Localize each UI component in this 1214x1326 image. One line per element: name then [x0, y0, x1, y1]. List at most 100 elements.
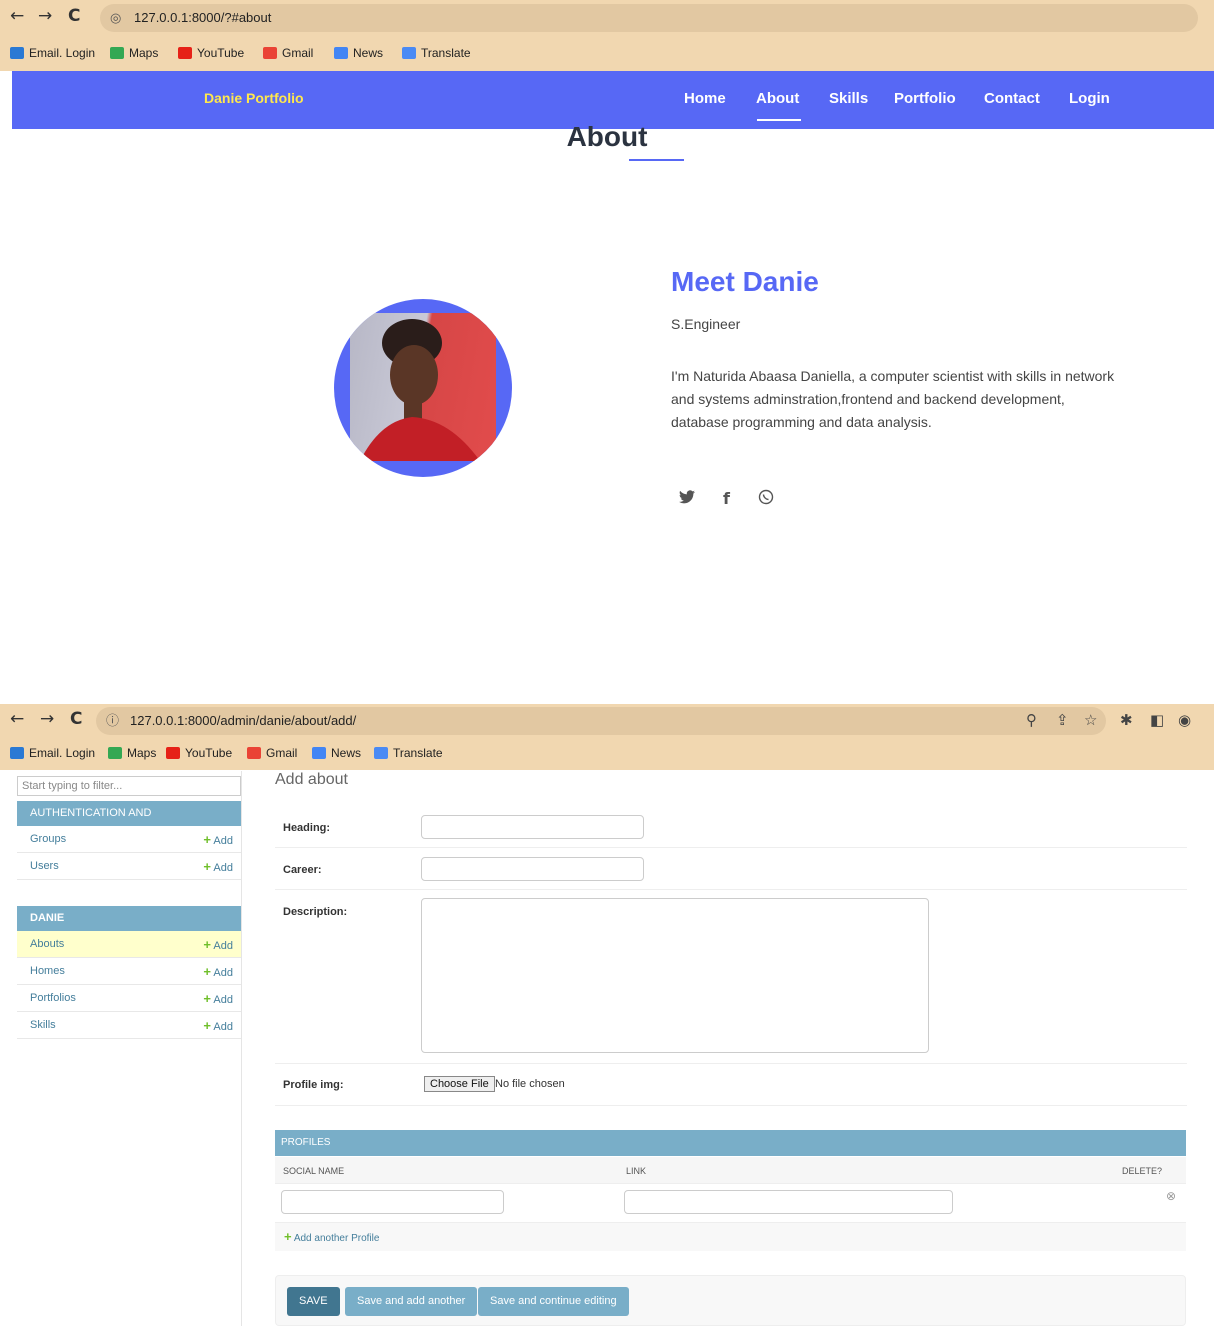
portrait-illustration — [360, 319, 480, 461]
back-icon[interactable]: ← — [10, 6, 24, 26]
bookmark-maps[interactable]: Maps — [108, 746, 156, 760]
whatsapp-icon[interactable] — [758, 489, 774, 509]
nav-about[interactable]: About — [756, 90, 799, 107]
site-info-icon[interactable]: ◎ — [110, 4, 121, 32]
field-label: Career: — [283, 864, 322, 876]
reload-icon[interactable]: C — [68, 6, 80, 26]
address-bar[interactable]: ⓘ 127.0.0.1:8000/admin/danie/about/add/ — [96, 707, 1106, 735]
save-and-continue-button[interactable]: Save and continue editing — [478, 1287, 629, 1316]
model-link[interactable]: Groups — [30, 833, 66, 845]
bookmark-news[interactable]: News — [312, 746, 361, 760]
plus-icon: + — [284, 1229, 292, 1244]
field-label: Profile img: — [283, 1079, 344, 1091]
module-header-auth[interactable]: AUTHENTICATION AND AUTHORIZATION — [17, 801, 241, 844]
nav-portfolio[interactable]: Portfolio — [894, 90, 956, 107]
twitter-icon[interactable] — [679, 489, 695, 508]
add-another-profile-link[interactable]: + Add another Profile — [275, 1223, 1186, 1251]
bookmark-youtube[interactable]: YouTube — [166, 746, 232, 760]
url-text: 127.0.0.1:8000/?#about — [134, 10, 272, 25]
sidebar-item-homes[interactable]: Homes + Add — [17, 958, 241, 985]
bookmark-star-icon[interactable]: ☆ — [1084, 711, 1097, 729]
social-name-input[interactable] — [281, 1190, 504, 1214]
sidebar-filter-input[interactable]: Start typing to filter... — [17, 776, 241, 796]
bookmark-maps[interactable]: Maps — [110, 46, 158, 60]
bookmark-email-login[interactable]: Email. Login — [10, 46, 95, 60]
facebook-icon[interactable]: f — [723, 489, 730, 508]
add-link[interactable]: + Add — [203, 964, 233, 979]
save-button[interactable]: SAVE — [287, 1287, 340, 1316]
browser-toolbar: ← → C ◎ 127.0.0.1:8000/?#about — [0, 0, 1214, 37]
back-icon[interactable]: ← — [10, 709, 24, 729]
inline-header-profiles: PROFILES — [275, 1130, 1186, 1156]
plus-icon: + — [203, 1018, 211, 1033]
add-link[interactable]: + Add — [203, 832, 233, 847]
inline-column-headers: SOCIAL NAME LINK DELETE? — [275, 1157, 1186, 1184]
description-textarea[interactable] — [421, 898, 929, 1053]
nav-skills[interactable]: Skills — [829, 90, 868, 107]
sidebar-item-groups[interactable]: Groups + Add — [17, 826, 241, 853]
bookmark-gmail[interactable]: Gmail — [247, 746, 297, 760]
module-header-danie[interactable]: DANIE — [17, 906, 241, 931]
translate-icon — [402, 47, 416, 59]
profile-photo — [350, 313, 496, 461]
mail-icon — [10, 47, 24, 59]
bookmark-news[interactable]: News — [334, 46, 383, 60]
maps-icon — [110, 47, 124, 59]
nav-login[interactable]: Login — [1069, 90, 1110, 107]
add-link[interactable]: + Add — [203, 859, 233, 874]
forward-icon[interactable]: → — [40, 709, 54, 729]
field-label: Heading: — [283, 822, 331, 834]
model-link[interactable]: Portfolios — [30, 992, 76, 1004]
model-link[interactable]: Abouts — [30, 938, 64, 950]
bookmark-email-login[interactable]: Email. Login — [10, 746, 95, 760]
youtube-icon — [178, 47, 192, 59]
forward-icon[interactable]: → — [38, 6, 52, 26]
about-description: I'm Naturida Abaasa Daniella, a computer… — [671, 368, 1115, 430]
add-link[interactable]: + Add — [203, 1018, 233, 1033]
site-brand[interactable]: Danie Portfolio — [204, 90, 304, 106]
section-title: About — [566, 121, 648, 152]
sidebar-item-skills[interactable]: Skills + Add — [17, 1012, 241, 1039]
translate-icon — [374, 747, 388, 759]
career-input[interactable] — [421, 857, 644, 881]
bookmark-youtube[interactable]: YouTube — [178, 46, 244, 60]
model-link[interactable]: Homes — [30, 965, 65, 977]
col-delete: DELETE? — [1122, 1166, 1163, 1176]
add-link[interactable]: + Add — [203, 991, 233, 1006]
bookmark-translate[interactable]: Translate — [374, 746, 443, 760]
inline-row: ⊗ — [275, 1184, 1186, 1223]
model-link[interactable]: Users — [30, 860, 59, 872]
bookmark-gmail[interactable]: Gmail — [263, 46, 313, 60]
share-icon[interactable]: ⇪ — [1056, 711, 1069, 729]
address-bar[interactable]: ◎ 127.0.0.1:8000/?#about — [100, 4, 1198, 32]
news-icon — [312, 747, 326, 759]
nav-home[interactable]: Home — [684, 90, 726, 107]
page-title: Add about — [275, 771, 348, 788]
file-status: No file chosen — [495, 1078, 565, 1090]
reload-icon[interactable]: C — [70, 709, 82, 729]
side-panel-icon[interactable]: ◧ — [1150, 711, 1164, 729]
youtube-icon — [166, 747, 180, 759]
model-link[interactable]: Skills — [30, 1019, 56, 1031]
plus-icon: + — [203, 859, 211, 874]
sidebar-item-abouts[interactable]: Abouts + Add — [17, 931, 241, 958]
profile-icon[interactable]: ◉ — [1178, 711, 1191, 729]
add-link[interactable]: + Add — [203, 937, 233, 952]
bookmark-translate[interactable]: Translate — [402, 46, 471, 60]
link-input[interactable] — [624, 1190, 953, 1214]
info-icon[interactable]: ⓘ — [106, 707, 119, 735]
heading-input[interactable] — [421, 815, 644, 839]
save-and-add-another-button[interactable]: Save and add another — [345, 1287, 478, 1316]
sidebar-item-portfolios[interactable]: Portfolios + Add — [17, 985, 241, 1012]
nav-contact[interactable]: Contact — [984, 90, 1040, 107]
delete-row-icon[interactable]: ⊗ — [1166, 1189, 1176, 1203]
gmail-icon — [247, 747, 261, 759]
choose-file-button[interactable]: Choose File — [424, 1076, 495, 1092]
extensions-icon[interactable]: ✱ — [1120, 711, 1133, 729]
zoom-icon[interactable]: ⚲ — [1026, 711, 1037, 729]
news-icon — [334, 47, 348, 59]
browser-toolbar-admin: ← → C ⓘ 127.0.0.1:8000/admin/danie/about… — [0, 704, 1214, 738]
about-career: S.Engineer — [671, 316, 741, 332]
sidebar-item-users[interactable]: Users + Add — [17, 853, 241, 880]
bookmarks-bar: Email. Login Maps YouTube Gmail News Tra… — [0, 37, 1214, 71]
